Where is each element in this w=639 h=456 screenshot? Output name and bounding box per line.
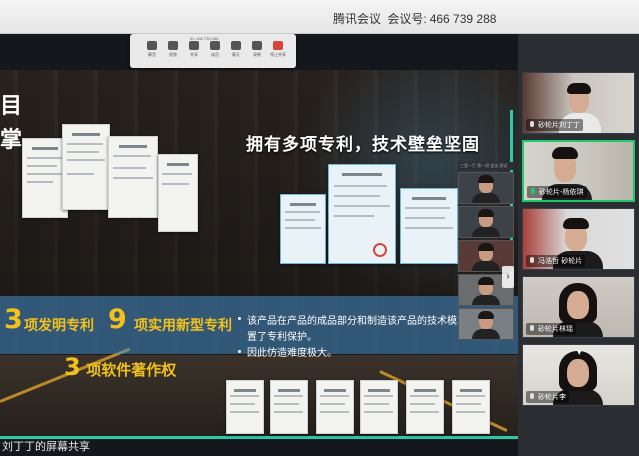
participant-panel: 砂轮片刘丁丁 砂轮片-杨依琪 冯浩哲 砂轮片 砂轮片林瑶 砂轮片李 ▾ — [518, 34, 639, 456]
chevron-down-icon[interactable]: ▾ — [577, 347, 582, 358]
screen-share-caption: 刘丁丁的屏幕共享 — [2, 440, 90, 453]
microphone-speaking-icon — [530, 188, 536, 196]
bullet-text: 该产品在产品的成品部分和制造该产品的技术模块 — [247, 316, 467, 327]
mini-video-tile[interactable] — [458, 308, 514, 340]
chat-icon — [231, 41, 241, 50]
video-button[interactable]: 视频 — [165, 41, 181, 65]
slide-left-char: 目 — [0, 94, 23, 119]
participant-name: 冯浩哲 砂轮片 — [538, 257, 583, 265]
microphone-icon — [529, 325, 535, 333]
software-certificate — [400, 188, 458, 264]
title-bar: 腾讯会议 会议号: 466 739 288 — [0, 0, 639, 34]
patent-document — [62, 124, 110, 210]
stats-band: 3 项发明专利 9 项实用新型专利 该产品在产品的成品部分和制造该产品的技术模块… — [0, 296, 518, 359]
software-certificate — [328, 164, 396, 264]
meeting-window: 腾讯会议 会议号:466 739 288 目 掌 拥有多项专利，技术壁垒坚固 — [0, 0, 639, 456]
participant-name: 砂轮片林瑶 — [538, 325, 573, 333]
participant-namebar: 砂轮片林瑶 — [526, 323, 576, 335]
stat-number: 3 — [4, 304, 23, 335]
microphone-icon — [529, 121, 535, 129]
meeting-id-label: 会议号: — [387, 12, 427, 26]
software-copyright-stat: 3 项软件著作权 — [64, 353, 176, 381]
certificate-thumbnail — [270, 380, 308, 434]
bullet-dot — [238, 317, 241, 320]
mini-video-tile[interactable] — [458, 206, 514, 238]
slide-heading: 拥有多项专利，技术壁垒坚固 — [246, 135, 480, 155]
record-icon — [252, 41, 262, 50]
chat-button[interactable]: 聊天 — [228, 41, 244, 65]
microphone-icon — [529, 257, 535, 265]
members-icon — [210, 41, 220, 50]
record-button[interactable]: 录制 — [249, 41, 265, 65]
participant-namebar: 砂轮片-杨依琪 — [527, 186, 587, 198]
presentation-slide: 目 掌 拥有多项专利，技术壁垒坚固 3 项发明专利 9 项实用新型专利 该产品在… — [0, 70, 518, 440]
app-name: 腾讯会议 — [333, 12, 382, 26]
mini-gallery-bar-text: 三室一厅 第一排 会议 测试 — [460, 163, 508, 168]
microphone-icon — [147, 41, 157, 50]
meeting-toolbar: ID: 466 739 288 静音 视频 共享 成员 聊天 录制 停止共享 — [130, 34, 296, 68]
shared-screen: 目 掌 拥有多项专利，技术壁垒坚固 3 项发明专利 9 项实用新型专利 该产品在… — [0, 34, 518, 456]
bullet-text: 因此仿造难度极大。 — [247, 348, 337, 359]
mini-gallery-bar: 三室一厅 第一排 会议 测试 — [458, 162, 514, 170]
bullet-text: 置了专利保护。 — [247, 332, 317, 343]
mini-video-tile[interactable] — [458, 172, 514, 204]
mute-button[interactable]: 静音 — [144, 41, 160, 65]
stat-label: 项发明专利 — [24, 318, 94, 334]
participant-namebar: 砂轮片李 — [526, 391, 569, 403]
stat-label: 项实用新型专利 — [134, 318, 232, 334]
patent-document — [108, 136, 158, 218]
certificate-thumbnail — [452, 380, 490, 434]
participant-tile[interactable]: 冯浩哲 砂轮片 — [522, 208, 635, 270]
stat-number: 3 — [64, 353, 81, 381]
slide-left-char: 掌 — [0, 128, 23, 153]
camera-icon — [168, 41, 178, 50]
bullet-dot — [238, 350, 241, 353]
participant-name: 砂轮片-杨依琪 — [539, 188, 584, 196]
meeting-id[interactable]: 466 739 288 — [430, 12, 497, 26]
certificate-thumbnail — [226, 380, 264, 434]
share-button[interactable]: 共享 — [186, 41, 202, 65]
share-icon — [189, 41, 199, 50]
software-certificate — [280, 194, 326, 264]
stat-number: 9 — [108, 304, 127, 335]
certificate-thumbnail — [406, 380, 444, 434]
members-button[interactable]: 成员 — [207, 41, 223, 65]
certificate-thumbnail — [316, 380, 354, 434]
participant-tile-active-speaker[interactable]: 砂轮片-杨依琪 — [522, 140, 635, 202]
participant-name: 砂轮片刘丁丁 — [538, 121, 580, 129]
stat-label: 项软件著作权 — [86, 361, 177, 379]
participant-name: 砂轮片李 — [538, 393, 566, 401]
window-title: 腾讯会议 会议号: 466 739 288 — [333, 10, 499, 27]
patent-document — [158, 154, 198, 232]
participant-tile[interactable]: 砂轮片刘丁丁 — [522, 72, 635, 134]
gallery-next-arrow-icon[interactable]: › — [502, 266, 514, 288]
participant-namebar: 砂轮片刘丁丁 — [526, 119, 583, 131]
participant-namebar: 冯浩哲 砂轮片 — [526, 255, 586, 267]
participant-tile[interactable]: 砂轮片李 ▾ — [522, 344, 635, 406]
certificate-thumbnail — [360, 380, 398, 434]
stop-share-button[interactable]: 停止共享 — [270, 41, 286, 65]
participant-tile[interactable]: 砂轮片林瑶 — [522, 276, 635, 338]
stop-share-icon — [273, 41, 283, 50]
microphone-icon — [529, 393, 535, 401]
